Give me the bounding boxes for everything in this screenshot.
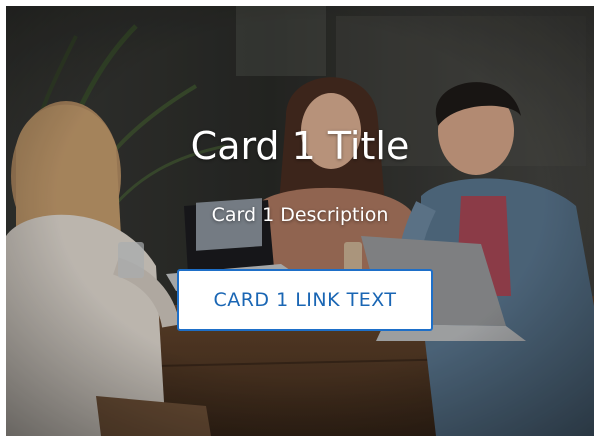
card-link-button[interactable]: CARD 1 LINK TEXT <box>177 269 433 331</box>
card-description: Card 1 Description <box>211 204 389 226</box>
card-title: Card 1 Title <box>190 124 410 168</box>
card: Card 1 Title Card 1 Description CARD 1 L… <box>6 6 594 436</box>
